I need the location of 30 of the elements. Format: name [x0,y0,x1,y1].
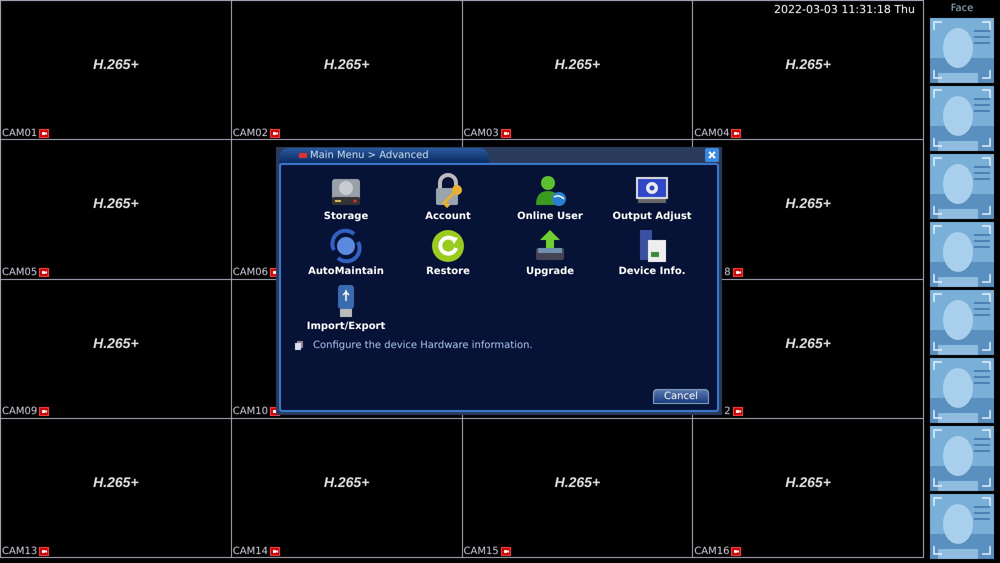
codec-label: H.265+ [93,474,139,490]
camera-label: CAM13 [2,546,38,556]
codec-label: H.265+ [93,334,139,351]
camera-label: CAM02 [232,128,268,139]
codec-label: H.265+ [93,195,139,212]
codec-label: H.265+ [785,56,831,72]
camera-label: 2 [724,406,731,418]
camera-label: CAM03 [464,128,499,139]
camera-label: 8 [724,267,731,278]
camera-label: CAM05 [2,267,38,278]
camera-label: CAM06 [232,267,268,278]
codec-label: H.265+ [93,56,139,72]
codec-label: H.265+ [785,334,831,351]
timestamp: 2022-03-03 11:31:18 Thu [774,3,915,16]
codec-label: H.265+ [785,474,831,490]
camera-label: CAM04 [694,128,730,139]
panel-title: Face [950,3,974,15]
description-text: Configure the device Hardware information. [313,340,533,351]
codec-label: H.265+ [324,474,370,490]
camera-label: CAM10 [232,406,268,418]
camera-label: CAM14 [232,546,268,556]
camera-label: CAM09 [2,406,38,418]
camera-label: CAM01 [2,128,38,139]
codec-label: H.265+ [324,56,370,72]
codec-label: H.265+ [785,195,831,212]
window-title: Main Menu > Advanced [310,150,429,160]
camera-label: CAM15 [464,546,499,556]
codec-label: H.265+ [554,56,600,72]
camera-label: CAM16 [694,546,730,556]
codec-label: H.265+ [554,474,600,490]
